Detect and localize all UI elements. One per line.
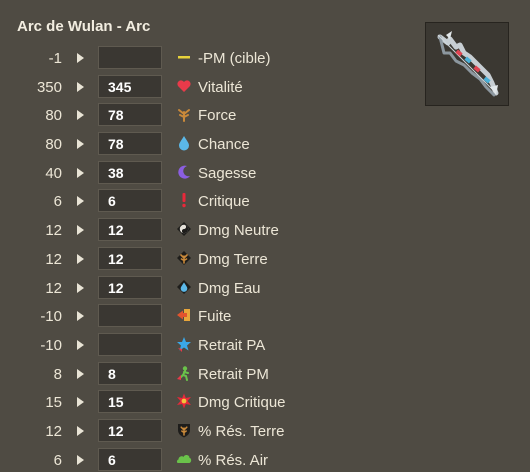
stat-base-value: 350 xyxy=(36,78,62,96)
stat-label: Sagesse xyxy=(198,164,257,182)
stat-row-wisdom: 40 38 Sagesse xyxy=(0,159,420,188)
stat-arrow-icon[interactable] xyxy=(77,454,84,465)
stat-row-critical-damage: 15 15 Dmg Critique xyxy=(0,388,420,417)
stat-arrow-icon[interactable] xyxy=(77,53,84,63)
stat-arrow-icon[interactable] xyxy=(77,282,84,293)
earth-damage-icon xyxy=(177,250,191,265)
earth-icon xyxy=(178,109,190,123)
stat-row-vitality: 350 345 Vitalité xyxy=(0,73,420,102)
stat-base-value: 8 xyxy=(53,365,62,383)
item-title: Arc de Wulan - Arc xyxy=(17,18,151,35)
stat-arrow-icon[interactable] xyxy=(77,110,84,121)
neutral-yin-icon xyxy=(177,222,191,237)
item-image-frame xyxy=(425,22,509,106)
stat-label: Retrait PM xyxy=(198,365,269,383)
stat-value-field[interactable]: 6 xyxy=(98,189,162,213)
stat-value-field[interactable]: 38 xyxy=(98,160,162,184)
stat-base-value: 40 xyxy=(45,164,62,182)
water-drop-icon xyxy=(179,136,189,151)
stat-arrow-icon[interactable] xyxy=(77,253,84,264)
stat-label: % Rés. Terre xyxy=(198,422,285,440)
stat-label: Dmg Terre xyxy=(198,250,268,268)
stat-base-value: -10 xyxy=(40,308,62,326)
stat-row-critical: 6 6 Critique xyxy=(0,187,420,216)
stat-value-field[interactable]: 8 xyxy=(98,361,162,385)
stat-value-field[interactable] xyxy=(98,332,162,356)
stat-row-mp-target: -1 -PM (cible) xyxy=(0,44,420,73)
stat-label: Vitalité xyxy=(198,78,243,96)
stat-arrow-icon[interactable] xyxy=(77,225,84,236)
moon-icon xyxy=(178,165,190,179)
stat-base-value: 6 xyxy=(53,451,62,469)
stat-value-field[interactable]: 12 xyxy=(98,246,162,270)
stat-value-field[interactable]: 15 xyxy=(98,390,162,414)
stat-value-field[interactable] xyxy=(98,304,162,328)
mp-dash-icon xyxy=(178,56,190,59)
stat-label: Fuite xyxy=(198,308,232,326)
stat-arrow-icon[interactable] xyxy=(77,368,84,379)
stat-row-air-resistance: 6 6 % Rés. Air xyxy=(0,446,420,472)
stat-base-value: -1 xyxy=(48,50,62,67)
stat-base-value: -10 xyxy=(40,336,62,354)
stat-value-field[interactable]: 12 xyxy=(98,218,162,242)
stat-base-value: 6 xyxy=(53,193,62,211)
stat-arrow-icon[interactable] xyxy=(77,167,84,178)
item-stats-panel: Arc de Wulan - Arc -1 -PM (cible) 350 34… xyxy=(0,0,530,472)
stat-value-field[interactable] xyxy=(98,46,162,69)
stat-row-neutral-damage: 12 12 Dmg Neutre xyxy=(0,216,420,245)
stat-value-field[interactable]: 78 xyxy=(98,132,162,156)
stat-row-earth-damage: 12 12 Dmg Terre xyxy=(0,245,420,274)
stat-label: Dmg Critique xyxy=(198,394,286,412)
stat-row-water-damage: 12 12 Dmg Eau xyxy=(0,274,420,303)
stat-arrow-icon[interactable] xyxy=(77,81,84,92)
stat-value-field[interactable]: 6 xyxy=(98,447,162,471)
stat-arrow-icon[interactable] xyxy=(77,425,84,436)
stat-label: Chance xyxy=(198,136,250,154)
flee-icon xyxy=(177,309,190,322)
stat-base-value: 80 xyxy=(45,107,62,125)
stat-base-value: 12 xyxy=(45,250,62,268)
stat-row-chance: 80 78 Chance xyxy=(0,130,420,159)
stats-list: -1 -PM (cible) 350 345 Vitalité 80 78 Fo… xyxy=(0,44,420,472)
stat-row-mp-reduction: 8 8 Retrait PM xyxy=(0,360,420,389)
water-damage-icon xyxy=(177,279,191,294)
stat-arrow-icon[interactable] xyxy=(77,339,84,350)
stat-base-value: 12 xyxy=(45,279,62,297)
stat-label: Critique xyxy=(198,193,250,211)
stat-label: Dmg Neutre xyxy=(198,222,279,240)
stat-base-value: 12 xyxy=(45,422,62,440)
exclamation-icon xyxy=(182,193,186,208)
stat-value-field[interactable]: 12 xyxy=(98,418,162,442)
stat-arrow-icon[interactable] xyxy=(77,139,84,150)
bow-item-icon xyxy=(437,31,499,97)
stat-row-strength: 80 78 Force xyxy=(0,101,420,130)
stat-value-field[interactable]: 345 xyxy=(98,74,162,98)
stat-value-field[interactable]: 78 xyxy=(98,103,162,127)
stat-base-value: 15 xyxy=(45,394,62,412)
air-resistance-icon xyxy=(176,454,192,463)
stat-label: Retrait PA xyxy=(198,336,266,354)
earth-resistance-icon xyxy=(178,423,190,438)
ap-reduction-icon xyxy=(177,336,191,352)
stat-arrow-icon[interactable] xyxy=(77,196,84,207)
stat-row-ap-reduction: -10 Retrait PA xyxy=(0,331,420,360)
stat-arrow-icon[interactable] xyxy=(77,397,84,408)
stat-label: % Rés. Air xyxy=(198,451,269,469)
stat-base-value: 80 xyxy=(45,136,62,154)
stat-row-flee: -10 Fuite xyxy=(0,302,420,331)
stat-label: Dmg Eau xyxy=(198,279,261,297)
stat-row-earth-resistance: 12 12 % Rés. Terre xyxy=(0,417,420,446)
stat-base-value: 12 xyxy=(45,222,62,240)
stat-arrow-icon[interactable] xyxy=(77,311,84,322)
stat-label: -PM (cible) xyxy=(198,50,271,67)
mp-reduction-icon xyxy=(177,365,189,381)
stat-value-field[interactable]: 12 xyxy=(98,275,162,299)
heart-icon xyxy=(177,80,191,92)
stat-label: Force xyxy=(198,107,237,125)
critical-damage-icon xyxy=(177,393,191,409)
